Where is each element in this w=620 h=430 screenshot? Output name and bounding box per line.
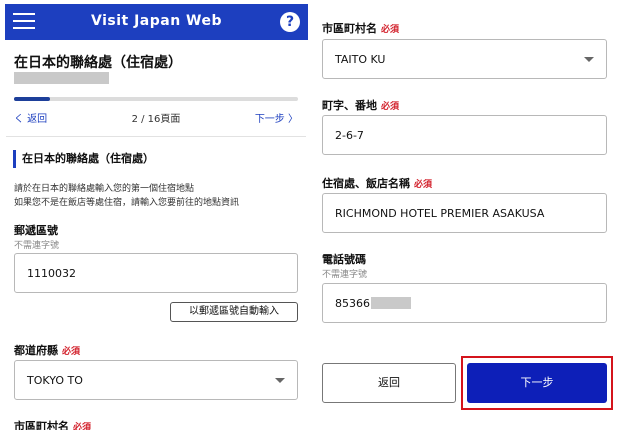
chevron-down-icon: [275, 378, 285, 383]
postal-code-input[interactable]: 1110032: [14, 253, 298, 293]
section-description: 請於在日本的聯絡處輸入您的第一個住宿地點 如果您不是在飯店等處住宿，請輸入您要前…: [14, 182, 239, 210]
description-line: 如果您不是在飯店等處住宿，請輸入您要前往的地點資訊: [14, 198, 240, 208]
city-select[interactable]: TAITO KU: [322, 39, 607, 79]
hotel-label-text: 住宿處、飯店名稱: [322, 177, 410, 190]
required-tag: 必須: [62, 347, 81, 357]
redacted-digits: [371, 297, 411, 309]
progress-bar: [14, 97, 298, 101]
chevron-down-icon: [584, 57, 594, 62]
page-title: 在日本的聯絡處（住宿處）: [14, 55, 182, 71]
next-button[interactable]: 下一步: [467, 363, 607, 403]
progress-bar-fill: [14, 97, 50, 101]
app-title: Visit Japan Web: [90, 13, 222, 29]
description-line: 請於在日本的聯絡處輸入您的第一個住宿地點: [14, 184, 195, 194]
city-label-text: 市區町村名: [322, 22, 377, 35]
phone-value: 85366: [335, 296, 370, 310]
required-tag: 必須: [381, 102, 400, 112]
street-label-text: 町字、番地: [322, 99, 377, 112]
prefecture-label: 都道府縣 必須: [14, 342, 80, 358]
right-screen: 市區町村名 必須 TAITO KU 町字、番地 必須 2-6-7 住宿處、飯店名稱必…: [310, 0, 620, 430]
postal-autofill-button[interactable]: 以郵遞區號自動輸入: [170, 302, 298, 322]
next-link[interactable]: 下一步 〉: [255, 110, 298, 125]
pager: く 返回 2 / 16頁面 下一步 〉: [14, 110, 298, 126]
prefecture-select[interactable]: TOKYO TO: [14, 360, 298, 400]
city-label: 市區町村名 必須: [322, 20, 399, 36]
phone-label: 電話號碼: [322, 251, 366, 267]
required-tag: 必須: [73, 423, 92, 430]
required-tag: 必須: [414, 180, 433, 190]
required-tag: 必須: [381, 25, 400, 35]
app-header: Visit Japan Web ?: [5, 4, 308, 40]
phone-input[interactable]: 85366: [322, 283, 607, 323]
help-icon[interactable]: ?: [280, 12, 300, 32]
divider: [6, 136, 306, 137]
left-screen: Visit Japan Web ? 在日本的聯絡處（住宿處） く 返回 2 / …: [0, 0, 310, 430]
city-value: TAITO KU: [335, 52, 386, 66]
phone-note: 不需連字號: [322, 270, 368, 280]
prefecture-value: TOKYO TO: [27, 373, 83, 387]
section-heading: 在日本的聯絡處（住宿處）: [13, 150, 154, 168]
street-input[interactable]: 2-6-7: [322, 115, 607, 155]
city-label-text: 市區町村名: [14, 420, 69, 430]
postal-code-label: 郵遞區號: [14, 222, 58, 238]
redacted-text: [14, 72, 109, 84]
street-value: 2-6-7: [335, 128, 364, 142]
postal-code-note: 不需連字號: [14, 241, 60, 251]
prefecture-label-text: 都道府縣: [14, 344, 58, 357]
postal-code-label-text: 郵遞區號: [14, 224, 58, 237]
hotel-label: 住宿處、飯店名稱 必須: [322, 175, 432, 191]
street-label: 町字、番地 必須: [322, 97, 399, 113]
back-button[interactable]: 返回: [322, 363, 456, 403]
phone-label-text: 電話號碼: [322, 253, 366, 266]
postal-code-value: 1110032: [27, 266, 76, 280]
hotel-input[interactable]: RICHMOND HOTEL PREMIER ASAKUSA: [322, 193, 607, 233]
hotel-value: RICHMOND HOTEL PREMIER ASAKUSA: [335, 206, 545, 220]
city-label-partial: 市區町村名 必須: [14, 418, 91, 430]
